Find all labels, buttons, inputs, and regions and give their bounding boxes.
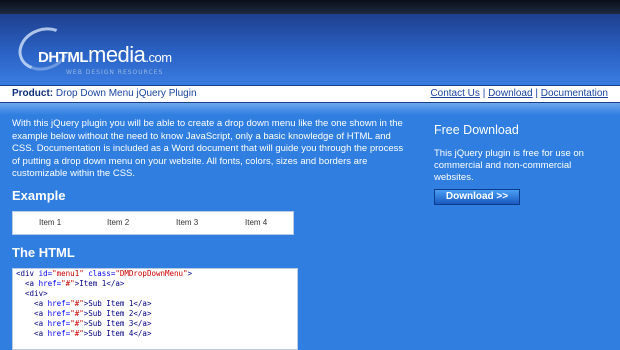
top-bar [0,0,620,14]
code-token: href= [47,309,71,318]
product-name: Drop Down Menu jQuery Plugin [55,88,197,99]
example-dropdown-menu: Item 1 Item 2 Item 3 Item 4 [12,211,294,235]
code-line: <div> [13,289,297,299]
code-token: href= [47,329,71,338]
link-separator: | [535,88,538,99]
product-label: Product: [12,88,54,99]
product-info: Product: Drop Down Menu jQuery Plugin [12,86,197,102]
logo-suffix: .com [145,50,172,65]
intro-paragraph: With this jQuery plugin you will be able… [12,118,404,179]
code-token: > [187,269,193,278]
code-token: id= [38,269,53,278]
logo-prefix: DHTML [38,49,89,66]
logo-name: media [88,42,146,67]
code-token: "#" [70,329,84,338]
code-token: <a [16,309,48,318]
code-token: "#" [70,309,84,318]
contact-us-link[interactable]: Contact Us [430,88,479,99]
html-heading: The HTML [12,245,75,260]
code-token: >Sub Item 3</a> [83,319,152,328]
download-link[interactable]: Download [488,88,532,99]
download-button[interactable]: Download >> [434,189,520,205]
menu-item-1[interactable]: Item 1 [39,212,61,234]
code-token: "#" [70,299,84,308]
menu-item-3[interactable]: Item 3 [176,212,198,234]
code-line: <a href="#">Sub Item 3</a> [13,319,297,329]
code-token: >Sub Item 2</a> [83,309,152,318]
product-bar: Product: Drop Down Menu jQuery Plugin Co… [0,85,620,103]
code-line: <div id="menu1" class="DMDropDownMenu"> [13,269,297,279]
example-heading: Example [12,188,66,203]
top-links: Contact Us | Download | Documentation [430,86,608,102]
menu-item-2[interactable]: Item 2 [107,212,129,234]
code-line: <a href="#">Sub Item 2</a> [13,309,297,319]
code-token: href= [47,299,71,308]
code-token: >Sub Item 4</a> [83,329,152,338]
code-token: <div [16,269,39,278]
code-token: "DMDropDownMenu" [115,269,188,278]
code-token: "#" [61,279,75,288]
link-separator: | [482,88,486,99]
code-token: <a [16,329,48,338]
menu-item-4[interactable]: Item 4 [245,212,267,234]
code-token: "#" [70,319,84,328]
code-token: >Sub Item 1</a> [83,299,152,308]
site-logo[interactable]: DHTMLmedia.com [38,42,172,68]
header-shadow-band [0,103,620,115]
code-line: <a href="#">Item 1</a> [13,279,297,289]
site-header: DHTMLmedia.com WEB DESIGN RESOURCES [0,14,620,84]
code-token: <a [16,299,48,308]
free-download-text: This jQuery plugin is free for use on co… [434,148,584,183]
code-token: href= [47,319,71,328]
code-line: <a href="#">Sub Item 1</a> [13,299,297,309]
code-line: <a href="#">Sub Item 4</a> [13,329,297,339]
code-token: >Item 1</a> [74,279,125,288]
documentation-link[interactable]: Documentation [541,88,608,99]
code-token: class= [83,269,116,278]
code-token: href= [38,279,62,288]
code-token: <a [16,319,48,328]
code-token: <a [16,279,39,288]
code-token: "menu1" [52,269,84,278]
free-download-heading: Free Download [434,123,519,137]
code-token: <div> [16,289,48,298]
html-code-block: <div id="menu1" class="DMDropDownMenu"> … [12,268,298,350]
logo-tagline: WEB DESIGN RESOURCES [66,69,164,76]
